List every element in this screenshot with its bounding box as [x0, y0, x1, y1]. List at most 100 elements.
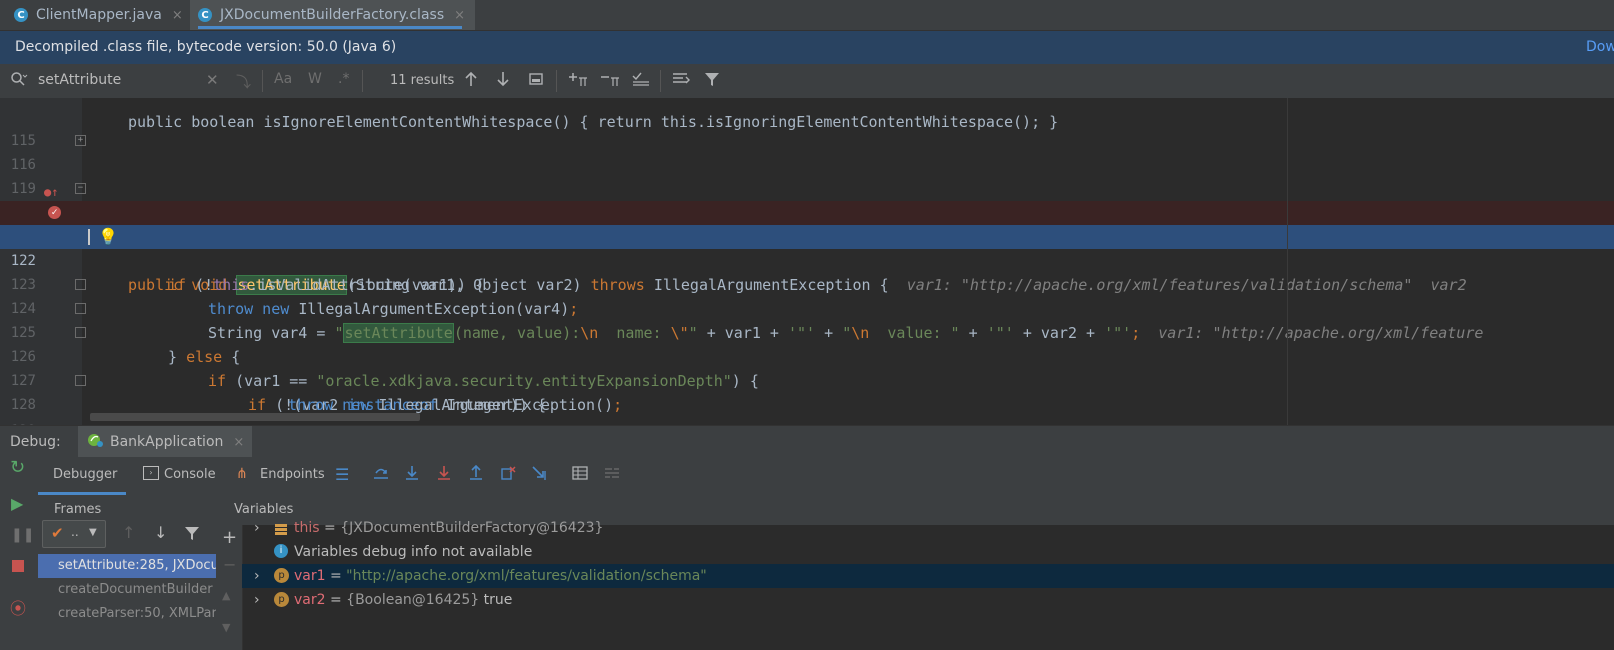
- divider: [660, 70, 661, 92]
- match-case-icon[interactable]: Aa: [274, 71, 292, 87]
- tab-debugger[interactable]: Debugger: [53, 467, 117, 482]
- chevron-right-icon[interactable]: ›: [254, 588, 260, 612]
- endpoints-icon: ⋔: [236, 466, 248, 482]
- console-icon: ›: [143, 466, 159, 480]
- tab-clientmapper[interactable]: C ClientMapper.java ×: [14, 0, 183, 30]
- breakpoint-icon[interactable]: ✓: [48, 206, 61, 219]
- regex-history-icon[interactable]: ⤵: [236, 71, 251, 92]
- parameter-icon: p: [274, 568, 289, 583]
- variable-info-row: i Variables debug info not available: [246, 540, 1614, 564]
- stack-frame[interactable]: setAttribute:285, JXDocu: [38, 554, 216, 578]
- code-line: 121 ✓ if (!this.isValidAttribute(var1)) …: [0, 201, 1614, 294]
- variable-name: var2: [294, 592, 326, 608]
- fold-icon[interactable]: [75, 327, 86, 338]
- debug-label: Debug:: [10, 434, 61, 450]
- stop-icon[interactable]: [12, 560, 24, 572]
- variable-name: var1: [294, 568, 326, 584]
- step-out-icon[interactable]: [468, 464, 484, 485]
- move-down-icon[interactable]: ▼: [222, 621, 230, 634]
- tab-endpoints[interactable]: Endpoints: [260, 467, 325, 482]
- equals-sign: =: [325, 592, 347, 608]
- debug-tool-window-header: Debug: BankApplication ×: [0, 425, 1614, 458]
- horizontal-scrollbar[interactable]: [90, 413, 420, 421]
- results-count: 11 results: [390, 73, 455, 88]
- fold-icon[interactable]: −: [75, 183, 86, 194]
- search-icon[interactable]: [10, 71, 28, 91]
- remove-occurrence-icon[interactable]: [600, 71, 620, 91]
- rerun-icon[interactable]: ↻: [10, 457, 25, 478]
- whole-words-icon[interactable]: W: [308, 71, 322, 87]
- parameter-icon: p: [274, 592, 289, 607]
- frame-down-icon[interactable]: ↓: [154, 523, 167, 542]
- lightbulb-icon[interactable]: 💡: [98, 225, 118, 249]
- next-occurrence-icon[interactable]: [496, 71, 510, 91]
- trace-current-stream-icon[interactable]: [604, 465, 620, 485]
- regex-icon[interactable]: .*: [338, 71, 349, 87]
- spring-boot-icon: [86, 432, 104, 452]
- stack-frame[interactable]: createParser:50, XMLPar: [38, 602, 216, 626]
- remove-watch-icon[interactable]: −: [223, 555, 236, 574]
- drop-frame-icon[interactable]: [500, 465, 516, 485]
- clear-search-icon[interactable]: ✕: [206, 71, 219, 89]
- move-up-icon[interactable]: ▲: [222, 589, 230, 602]
- divider: [362, 70, 363, 92]
- select-all-icon[interactable]: [632, 71, 652, 91]
- class-icon: C: [198, 8, 212, 22]
- code-line: 115: [0, 105, 1614, 149]
- variable-value: "http://apache.org/xml/features/validati…: [346, 568, 707, 584]
- previous-occurrence-icon[interactable]: [464, 71, 478, 91]
- evaluate-expression-icon[interactable]: [572, 465, 588, 485]
- variable-row-var2[interactable]: › p var2 = {Boolean@16425} true: [246, 588, 1614, 612]
- code-line: 116 + public void setIgnoreElementConten…: [0, 129, 1614, 222]
- fold-icon[interactable]: [75, 279, 86, 290]
- variable-row-var1[interactable]: › p var1 = "http://apache.org/xml/featur…: [242, 564, 1614, 588]
- close-icon[interactable]: ×: [454, 8, 465, 23]
- pause-icon[interactable]: ❚❚: [11, 527, 34, 543]
- info-icon: i: [274, 544, 288, 558]
- code-editor[interactable]: public boolean isIgnoreElementContentWhi…: [0, 98, 1614, 425]
- thread-selector[interactable]: ✔ .. ▼: [42, 520, 106, 548]
- show-execution-point-icon[interactable]: [372, 465, 390, 485]
- frame-up-icon[interactable]: ↑: [122, 523, 135, 542]
- filter-search-results-icon[interactable]: [672, 71, 690, 91]
- chevron-right-icon[interactable]: ›: [254, 564, 260, 588]
- step-over-icon[interactable]: [404, 465, 420, 485]
- add-occurrence-icon[interactable]: [568, 71, 588, 91]
- code-line: 123 throw new IllegalArgumentException(v…: [0, 249, 1614, 318]
- search-input[interactable]: [38, 71, 198, 89]
- variables-label: Variables: [234, 502, 294, 517]
- view-breakpoints-icon[interactable]: ⦿: [10, 595, 26, 619]
- step-into-icon[interactable]: [436, 465, 452, 485]
- session-name: BankApplication: [110, 434, 224, 450]
- run-to-cursor-icon[interactable]: [532, 465, 550, 485]
- filter-icon[interactable]: [704, 71, 720, 91]
- tab-console[interactable]: Console: [164, 467, 216, 482]
- fold-icon[interactable]: +: [75, 135, 86, 146]
- variables-side-toolbar: + − ▲ ▼: [216, 525, 243, 650]
- fold-icon[interactable]: [75, 303, 86, 314]
- new-watch-icon[interactable]: +: [222, 527, 237, 548]
- chevron-right-icon[interactable]: ›: [254, 516, 260, 540]
- fold-icon[interactable]: [75, 375, 86, 386]
- right-margin-guide: [1287, 98, 1288, 425]
- menu-icon[interactable]: ☰: [335, 465, 349, 484]
- resume-icon[interactable]: ▶: [11, 494, 23, 513]
- close-icon[interactable]: ×: [172, 8, 183, 23]
- code-line: 125 if (var1 == "oracle.xdkjava.security…: [0, 297, 1614, 390]
- debug-side-toolbar: ↻ ▶ ❚❚ ⦿: [0, 457, 39, 650]
- download-sources-link[interactable]: Dow: [1586, 39, 1614, 55]
- frames-label: Frames: [54, 502, 102, 517]
- select-all-occurrences-icon[interactable]: [528, 71, 544, 91]
- tab-label: JXDocumentBuilderFactory.class: [220, 7, 445, 23]
- stack-frame[interactable]: createDocumentBuilder: [38, 578, 216, 602]
- code-line: 119: [0, 153, 1614, 197]
- decompiled-banner: Decompiled .class file, bytecode version…: [0, 31, 1614, 64]
- info-text: Variables debug info not available: [294, 544, 533, 560]
- filter-icon[interactable]: [184, 525, 200, 545]
- class-icon: C: [14, 8, 28, 22]
- code-line: 126 if (!(var2 instanceof Integer)) {: [0, 321, 1614, 414]
- variable-row-this[interactable]: › this = {JXDocumentBuilderFactory@16423…: [246, 516, 1614, 540]
- close-icon[interactable]: ×: [233, 435, 244, 450]
- debug-session-tab[interactable]: BankApplication ×: [78, 426, 253, 458]
- debugger-toolbar: Debugger › Console ⋔ Endpoints ☰: [38, 457, 1614, 496]
